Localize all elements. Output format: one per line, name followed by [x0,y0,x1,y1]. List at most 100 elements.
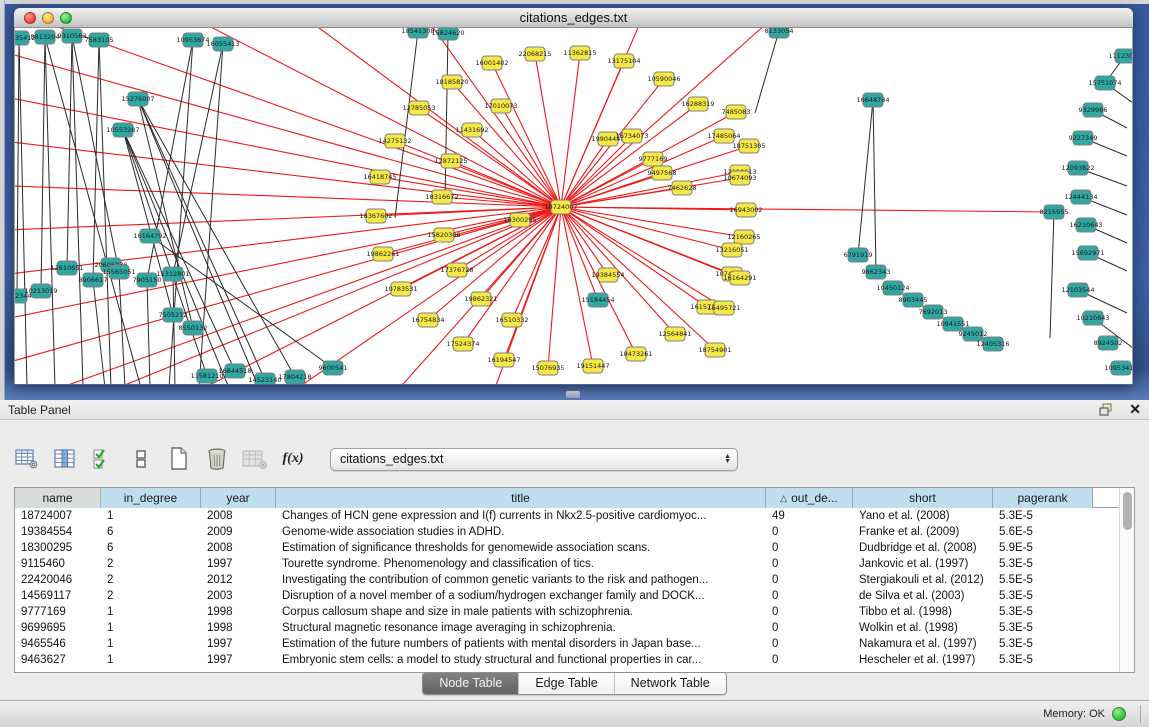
graph-node-18367602[interactable]: 18367602 [359,209,392,223]
graph-node-16754834[interactable]: 16754834 [411,313,444,327]
graph-node-22068215[interactable]: 22068215 [518,47,551,61]
graph-node-17010073[interactable]: 17010073 [484,99,517,113]
minimize-window-button[interactable] [42,12,54,24]
graph-node-18541308[interactable]: 18541308 [401,28,434,38]
select-rows-button[interactable] [90,446,116,472]
graph-node-8903445[interactable]: 8903445 [899,293,928,307]
graph-node-13175104[interactable]: 13175104 [607,54,640,68]
vertical-scrollbar[interactable] [1119,488,1134,672]
graph-node-17524374[interactable]: 17524374 [446,337,479,351]
delete-column-button[interactable] [204,446,230,472]
graph-node-11431692[interactable]: 11431692 [455,123,488,137]
scrollbar-thumb[interactable] [1123,492,1132,530]
graph-node-18751305[interactable]: 18751305 [732,139,765,153]
graph-node-9862343[interactable]: 9862343 [862,265,891,279]
column-header-year[interactable]: year [201,488,276,508]
graph-node-7505212[interactable]: 7505212 [159,308,188,322]
close-panel-icon[interactable]: ✕ [1129,403,1141,416]
network-view-window[interactable]: citations_edges.txt 18724007169430021211… [14,8,1133,385]
graph-node-7462628[interactable]: 7462628 [668,181,697,195]
graph-node-15824620[interactable]: 15824620 [431,28,464,40]
table-row[interactable]: 1872400712008Changes of HCN gene express… [15,508,1134,524]
table-row[interactable]: 969969511998Structural magnetic resonanc… [15,620,1134,636]
zoom-window-button[interactable] [60,12,72,24]
graph-node-16194547[interactable]: 16194547 [487,353,520,367]
column-header-in_degree[interactable]: in_degree [101,488,201,508]
graph-node-9310563[interactable]: 9310563 [58,29,87,43]
graph-node-15276007[interactable]: 15276007 [121,92,154,106]
graph-node-18185820[interactable]: 18185820 [435,75,468,89]
table-row[interactable]: 1830029562008Estimation of significance … [15,540,1134,556]
table-row[interactable]: 1456911722003Disruption of a novel membe… [15,588,1134,604]
table-select-dropdown[interactable]: citations_edges.txt ▲▼ [330,448,738,471]
graph-node-19862261[interactable]: 19862261 [366,247,399,261]
graph-node-19151447[interactable]: 19151447 [576,359,609,373]
graph-node-8133054[interactable]: 8133054 [765,28,794,38]
graph-node-12610651[interactable]: 12610651 [50,261,83,275]
column-header-pagerank[interactable]: pagerank [993,488,1093,508]
graph-node-19862321[interactable]: 19862321 [464,292,497,306]
graph-node-18754901[interactable]: 18754901 [698,343,731,357]
graph-node-7583105[interactable]: 7583105 [85,33,114,47]
graph-node-12160265[interactable]: 12160265 [727,230,760,244]
graph-node-16001402[interactable]: 16001402 [475,56,508,70]
tab-node-table[interactable]: Node Table [423,673,518,694]
graph-node-8924502[interactable]: 8924502 [1094,336,1123,350]
graph-node-6791919[interactable]: 6791919 [844,248,873,262]
show-columns-button[interactable] [52,446,78,472]
graph-node-15184454[interactable]: 15184454 [581,293,614,307]
graph-node-15820306[interactable]: 15820306 [427,228,460,242]
graph-node-9600541[interactable]: 9600541 [319,361,348,375]
graph-node-11123054[interactable]: 11123054 [1108,49,1133,63]
graph-node-19384554[interactable]: 19384554 [591,268,624,282]
graph-node-16943002[interactable]: 16943002 [729,203,762,217]
graph-node-10953874[interactable]: 10953874 [176,33,209,47]
column-header-short[interactable]: short [853,488,993,508]
row-cards-button[interactable] [128,446,154,472]
graph-node-11362815[interactable]: 11362815 [563,46,596,60]
graph-node-10953413[interactable]: 10953413 [1104,361,1133,375]
network-canvas[interactable]: 1872400716943002121106131748506416288319… [14,28,1133,384]
graph-node-9227349[interactable]: 9227349 [1069,131,1098,145]
graph-node-10553287[interactable]: 10553287 [106,123,139,137]
graph-node-16510332[interactable]: 16510332 [495,313,528,327]
column-header-title[interactable]: title [276,488,766,508]
splitter-handle[interactable] [566,391,580,398]
new-column-button[interactable] [166,446,192,472]
tab-edge-table[interactable]: Edge Table [518,673,613,694]
graph-node-13216051[interactable]: 13216051 [715,243,748,257]
table-row[interactable]: 946362711997Embryonic stem cells: a mode… [15,652,1134,668]
table-row[interactable]: 977716911998Corpus callosum shape and si… [15,604,1134,620]
graph-node-15751074[interactable]: 15751074 [1088,76,1121,90]
graph-node-12093822[interactable]: 12093822 [1061,161,1094,175]
graph-node-9497568[interactable]: 9497568 [648,166,677,180]
network-window-titlebar[interactable]: citations_edges.txt [14,8,1133,28]
table-row[interactable]: 1938455462009Genome-wide association stu… [15,524,1134,540]
graph-node-7485083[interactable]: 7485083 [722,105,751,119]
column-header-out_de[interactable]: △out_de... [766,488,853,508]
column-header-name[interactable]: name [15,488,101,508]
graph-node-10210643[interactable]: 10210643 [1076,311,1109,325]
table-row[interactable]: 946554611997Estimation of the future num… [15,636,1134,652]
float-window-icon[interactable] [1099,403,1115,416]
table-mode-button[interactable] [14,446,40,472]
graph-node-18473261[interactable]: 18473261 [619,347,652,361]
graph-node-16288319[interactable]: 16288319 [681,97,714,111]
graph-node-16648784[interactable]: 16648784 [856,93,889,107]
table-row[interactable]: 911546021997Tourette syndrome. Phenomeno… [15,556,1134,572]
table-row[interactable]: 2242004622012Investigating the contribut… [15,572,1134,588]
graph-node-12785053[interactable]: 12785053 [402,101,435,115]
memory-status-indicator[interactable] [1112,707,1126,721]
graph-node-16418745[interactable]: 16418745 [363,170,396,184]
import-table-button-disabled[interactable] [242,446,268,472]
graph-node-16164792[interactable]: 16164792 [133,229,166,243]
graph-node-9329966[interactable]: 9329966 [1079,103,1108,117]
graph-node-8550132[interactable]: 8550132 [179,321,208,335]
graph-node-9777169[interactable]: 9777169 [639,152,668,166]
close-window-button[interactable] [24,12,36,24]
graph-node-10590046[interactable]: 10590046 [647,72,680,86]
graph-node-15076935[interactable]: 15076935 [531,361,564,375]
graph-node-12564841[interactable]: 12564841 [658,327,691,341]
graph-node-7692013[interactable]: 7692013 [919,305,948,319]
graph-node-8215955[interactable]: 8215955 [1040,205,1069,219]
